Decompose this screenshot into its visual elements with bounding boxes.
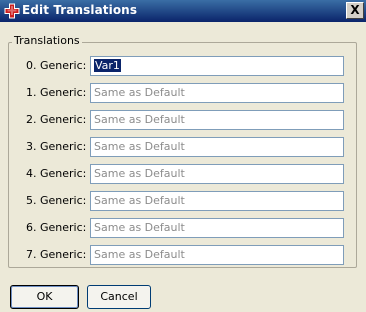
edit-translations-dialog: Edit Translations X Translations 0. Gene… xyxy=(0,0,366,312)
translation-field-6[interactable]: Same as Default xyxy=(90,218,344,238)
row-4-label: 4. Generic: xyxy=(26,167,87,180)
translate-cross-icon xyxy=(4,3,20,19)
row-0-label: 0. Generic: xyxy=(26,59,87,72)
translation-field-5[interactable]: Same as Default xyxy=(90,191,344,211)
close-button[interactable]: X xyxy=(346,2,364,19)
row-2-label: 2. Generic: xyxy=(26,113,87,126)
translation-field-7[interactable]: Same as Default xyxy=(90,245,344,265)
title-bar[interactable]: Edit Translations X xyxy=(0,0,366,22)
translations-group-label: Translations xyxy=(12,34,82,47)
row-6-label: 6. Generic: xyxy=(26,221,87,234)
translation-field-0-value: Var1 xyxy=(94,59,121,72)
translation-field-0[interactable]: Var1 xyxy=(90,56,344,76)
row-7-label: 7. Generic: xyxy=(26,248,87,261)
translation-field-2[interactable]: Same as Default xyxy=(90,110,344,130)
translation-field-3[interactable]: Same as Default xyxy=(90,137,344,157)
row-3-label: 3. Generic: xyxy=(26,140,87,153)
cancel-button[interactable]: Cancel xyxy=(87,285,151,309)
translation-field-1[interactable]: Same as Default xyxy=(90,83,344,103)
ok-button[interactable]: OK xyxy=(10,285,79,309)
row-5-label: 5. Generic: xyxy=(26,194,87,207)
dialog-title: Edit Translations xyxy=(22,3,138,17)
translation-field-4[interactable]: Same as Default xyxy=(90,164,344,184)
row-1-label: 1. Generic: xyxy=(26,86,87,99)
